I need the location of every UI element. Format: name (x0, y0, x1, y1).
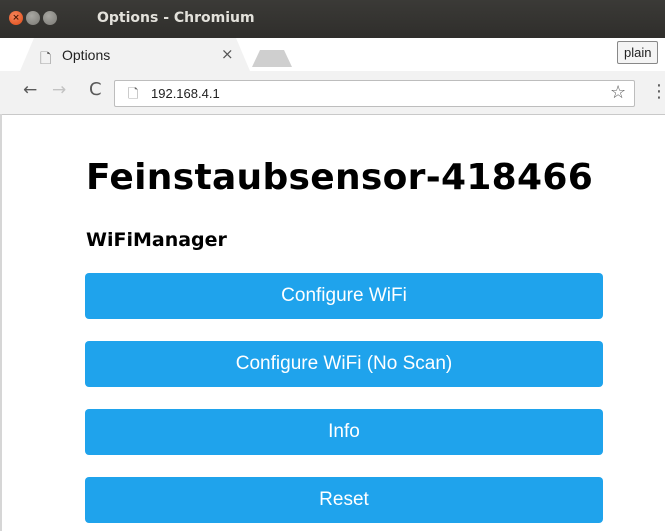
back-arrow-icon[interactable]: ← (23, 80, 37, 100)
window-minimize-button[interactable] (26, 11, 40, 25)
url-text[interactable]: 192.168.4.1 (151, 86, 220, 101)
window-maximize-button[interactable] (43, 11, 57, 25)
reset-button[interactable]: Reset (85, 477, 603, 523)
profile-button[interactable]: plain (617, 41, 659, 64)
bookmark-star-icon[interactable]: ☆ (610, 82, 626, 103)
section-title: WiFiManager (86, 229, 227, 251)
tab-options[interactable] (20, 38, 250, 71)
reload-icon[interactable]: C (89, 79, 102, 100)
configure-wifi-no-scan-button[interactable]: Configure WiFi (No Scan) (85, 341, 603, 387)
page-icon: 🗋 (40, 51, 52, 67)
menu-kebab-icon[interactable]: ⋮ (650, 81, 665, 102)
tab-title: Options (62, 47, 111, 63)
forward-arrow-icon[interactable]: → (52, 80, 66, 100)
tab-close-icon[interactable]: × (221, 45, 234, 63)
window-close-button[interactable]: × (9, 11, 23, 25)
page-title: Feinstaubsensor-418466 (86, 157, 594, 198)
configure-wifi-button[interactable]: Configure WiFi (85, 273, 603, 319)
window-title: Options - Chromium (97, 10, 255, 26)
page-info-icon[interactable]: 🗋 (128, 85, 138, 107)
info-button[interactable]: Info (85, 409, 603, 455)
window-border (0, 114, 2, 531)
new-tab-button[interactable] (252, 50, 292, 67)
